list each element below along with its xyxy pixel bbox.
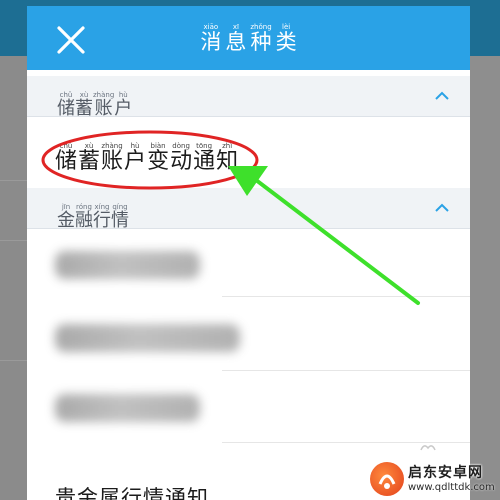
ruby-char: qíng 情	[111, 203, 129, 231]
chevron-up-icon[interactable]	[432, 198, 452, 218]
chevron-up-icon[interactable]	[432, 86, 452, 106]
hanzi: 贵	[55, 486, 76, 500]
ruby-char: jīn 金	[57, 203, 75, 231]
ruby-char: xù 蓄	[75, 91, 93, 119]
watermark-logo-icon	[370, 462, 404, 496]
ruby-char: 知	[187, 479, 208, 500]
ruby-char: 行	[121, 479, 142, 500]
background-divider	[0, 360, 30, 361]
hanzi: 金	[77, 486, 98, 500]
hanzi: 储	[55, 149, 78, 174]
ruby-char: róng 融	[75, 203, 93, 231]
hanzi: 动	[170, 149, 193, 174]
ruby-char: chǔ 储	[57, 91, 75, 119]
hanzi: 账	[101, 149, 124, 174]
list-divider	[222, 370, 470, 371]
hanzi: 账	[94, 98, 113, 119]
watermark: 启东安卓网 www.qdlttdk.com	[370, 460, 498, 498]
hanzi: 金	[57, 210, 75, 231]
hanzi: 变	[147, 149, 170, 174]
list-item-savings-change-notice[interactable]: chǔ 储 xù 蓄 zhàng 账 hù 户 biàn 变 dòng 动 tōng 通 zhī 知	[55, 133, 239, 174]
hanzi: 情	[143, 486, 164, 500]
hanzi: 种	[250, 30, 272, 54]
hanzi: 蓄	[78, 149, 101, 174]
list-item-precious-metals-notice[interactable]: 贵金属行情通知	[55, 472, 209, 500]
ruby-char: 情	[143, 479, 164, 500]
ruby-char: tōng 通	[193, 142, 215, 174]
hanzi: 属	[99, 486, 120, 500]
ruby-char: dòng 动	[170, 142, 192, 174]
section-header-financial-market[interactable]: jīn 金 róng 融 xíng 行 qíng 情	[27, 188, 470, 231]
ruby-char: 属	[99, 479, 120, 500]
background-divider	[0, 180, 30, 181]
list-item-blurred[interactable]	[55, 394, 200, 422]
hanzi: 通	[193, 149, 216, 174]
hanzi: 蓄	[75, 98, 93, 119]
ruby-char: 通	[165, 479, 186, 500]
ruby-char: xī 息	[225, 23, 246, 54]
background-divider	[0, 240, 30, 241]
page-title: xiāo 消 xī 息 zhǒng 种 lèi 类	[27, 14, 470, 54]
ruby-char: 贵	[55, 479, 76, 500]
ruby-char: zhǒng 种	[250, 23, 271, 54]
ruby-char: hù 户	[124, 142, 146, 174]
section-label-financial-market: jīn 金 róng 融 xíng 行 qíng 情	[57, 194, 129, 231]
section-label-savings: chǔ 储 xù 蓄 zhàng 账 hù 户	[57, 82, 132, 119]
ruby-char: lèi 类	[276, 23, 297, 54]
list-divider	[222, 296, 470, 297]
hanzi: 储	[57, 98, 75, 119]
ruby-char: hù 户	[114, 91, 132, 119]
watermark-url: www.qdlttdk.com	[408, 482, 495, 493]
ruby-char: zhī 知	[216, 142, 238, 174]
hanzi: 融	[75, 210, 93, 231]
ruby-char: chǔ 储	[55, 142, 77, 174]
watermark-name: 启东安卓网	[408, 465, 483, 481]
loading-indicator-icon	[420, 445, 436, 451]
ruby-char: xiāo 消	[200, 23, 221, 54]
hanzi: 户	[114, 98, 133, 119]
hanzi: 户	[124, 149, 147, 174]
hanzi: 知	[187, 486, 208, 500]
hanzi: 行	[93, 210, 111, 231]
ruby-char: biàn 变	[147, 142, 169, 174]
hanzi: 消	[200, 30, 222, 54]
sheet-header: xiāo 消 xī 息 zhǒng 种 lèi 类	[27, 6, 470, 70]
message-type-sheet: xiāo 消 xī 息 zhǒng 种 lèi 类 chǔ 储 xù 蓄 zhàng 账 hù 户 chǔ 储…	[27, 6, 470, 500]
hanzi: 情	[111, 210, 129, 231]
section-header-savings[interactable]: chǔ 储 xù 蓄 zhàng 账 hù 户	[27, 76, 470, 119]
hanzi: 通	[165, 486, 186, 500]
list-item-blurred[interactable]	[55, 251, 200, 279]
hanzi: 知	[216, 149, 239, 174]
ruby-char: 金	[77, 479, 98, 500]
ruby-char: zhàng 账	[93, 91, 114, 119]
ruby-char: zhàng 账	[101, 142, 123, 174]
ruby-char: xíng 行	[93, 203, 111, 231]
background-app-right	[470, 56, 500, 500]
list-item-blurred[interactable]	[55, 324, 240, 352]
hanzi: 类	[275, 30, 297, 54]
hanzi: 行	[121, 486, 142, 500]
hanzi: 息	[225, 30, 247, 54]
ruby-char: xù 蓄	[78, 142, 100, 174]
